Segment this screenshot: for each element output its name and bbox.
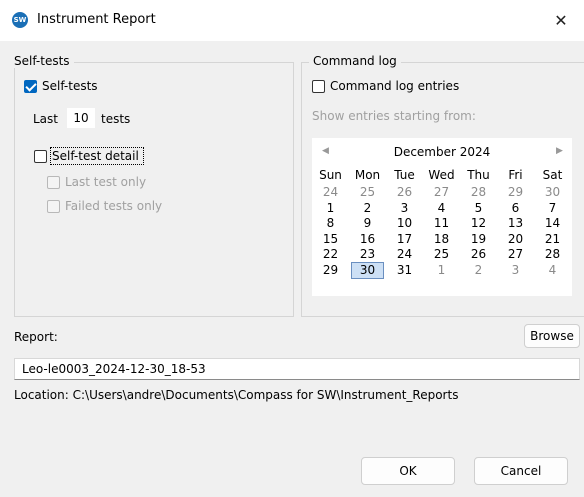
calendar-day[interactable]: 2: [460, 263, 497, 277]
show-entries-label: Show entries starting from:: [312, 109, 476, 123]
calendar-day[interactable]: 7: [534, 201, 571, 215]
last-count-input[interactable]: 10: [67, 108, 95, 128]
calendar-day[interactable]: 20: [497, 232, 534, 246]
selftest-detail-label[interactable]: Self-test detail: [52, 149, 139, 163]
calendar-day[interactable]: 24: [312, 185, 349, 199]
failed-tests-only-checkbox[interactable]: [47, 200, 60, 213]
calendar-month-label[interactable]: December 2024: [312, 145, 572, 159]
weekday-header: Sun: [319, 168, 342, 182]
selftest-detail-checkbox[interactable]: [34, 150, 47, 163]
calendar-day[interactable]: 27: [423, 185, 460, 199]
calendar-day[interactable]: 27: [497, 247, 534, 261]
calendar-day[interactable]: 25: [349, 185, 386, 199]
calendar-day[interactable]: 9: [349, 216, 386, 230]
failed-tests-only-label[interactable]: Failed tests only: [65, 199, 162, 213]
location-text: Location: C:\Users\andre\Documents\Compa…: [14, 388, 459, 402]
calendar-day[interactable]: 29: [497, 185, 534, 199]
selftests-group-title: Self-tests: [14, 54, 74, 68]
calendar-day[interactable]: 3: [386, 201, 423, 215]
calendar-day[interactable]: 26: [460, 247, 497, 261]
selftests-checkbox-label[interactable]: Self-tests: [42, 79, 98, 93]
calendar-day[interactable]: 24: [386, 247, 423, 261]
calendar-day[interactable]: 4: [423, 201, 460, 215]
date-calendar[interactable]: ◀ December 2024 ▶ Sun Mon Tue Wed Thu Fri Sat 2…: [312, 138, 572, 296]
calendar-day[interactable]: 13: [497, 216, 534, 230]
calendar-day[interactable]: 28: [534, 247, 571, 261]
command-log-group-title: Command log: [309, 54, 401, 68]
last-test-only-checkbox[interactable]: [47, 176, 60, 189]
selftests-group: [14, 62, 294, 317]
last-label: Last: [33, 112, 58, 126]
calendar-day[interactable]: 19: [460, 232, 497, 246]
close-button[interactable]: ✕: [538, 0, 584, 41]
calendar-day[interactable]: 29: [312, 263, 349, 277]
weekday-header: Sat: [542, 168, 563, 182]
calendar-day[interactable]: 11: [423, 216, 460, 230]
calendar-day[interactable]: 17: [386, 232, 423, 246]
calendar-day-selected[interactable]: 30: [349, 263, 386, 277]
calendar-day[interactable]: 15: [312, 232, 349, 246]
browse-button[interactable]: Browse: [524, 324, 580, 348]
selftests-checkbox[interactable]: [24, 80, 37, 93]
window-title: Instrument Report: [37, 12, 156, 27]
calendar-day[interactable]: 3: [497, 263, 534, 277]
calendar-day[interactable]: 5: [460, 201, 497, 215]
report-label: Report:: [14, 330, 58, 344]
title-bar: SW Instrument Report ✕: [0, 0, 584, 41]
calendar-day[interactable]: 1: [312, 201, 349, 215]
ok-button[interactable]: OK: [361, 457, 455, 485]
calendar-day[interactable]: 30: [534, 185, 571, 199]
app-logo-icon: SW: [12, 12, 28, 28]
cancel-button[interactable]: Cancel: [474, 457, 568, 485]
weekday-header: Thu: [467, 168, 490, 182]
command-log-checkbox-label[interactable]: Command log entries: [330, 79, 459, 93]
weekday-header: Wed: [428, 168, 455, 182]
calendar-day[interactable]: 14: [534, 216, 571, 230]
calendar-day[interactable]: 1: [423, 263, 460, 277]
weekday-header: Fri: [508, 168, 523, 182]
calendar-day[interactable]: 28: [460, 185, 497, 199]
calendar-day[interactable]: 16: [349, 232, 386, 246]
command-log-checkbox[interactable]: [312, 80, 325, 93]
calendar-day[interactable]: 23: [349, 247, 386, 261]
calendar-day[interactable]: 8: [312, 216, 349, 230]
weekday-header: Mon: [354, 168, 381, 182]
calendar-day[interactable]: 18: [423, 232, 460, 246]
calendar-day[interactable]: 25: [423, 247, 460, 261]
calendar-day[interactable]: 12: [460, 216, 497, 230]
calendar-day[interactable]: 6: [497, 201, 534, 215]
next-month-icon[interactable]: ▶: [556, 146, 563, 156]
calendar-day[interactable]: 4: [534, 263, 571, 277]
calendar-day[interactable]: 21: [534, 232, 571, 246]
calendar-day[interactable]: 26: [386, 185, 423, 199]
report-filename-input[interactable]: Leo-le0003_2024-12-30_18-53: [14, 358, 580, 380]
calendar-day[interactable]: 31: [386, 263, 423, 277]
calendar-day[interactable]: 2: [349, 201, 386, 215]
tests-label: tests: [101, 112, 131, 126]
calendar-day[interactable]: 22: [312, 247, 349, 261]
calendar-day[interactable]: 10: [386, 216, 423, 230]
last-test-only-label[interactable]: Last test only: [65, 175, 146, 189]
weekday-header: Tue: [394, 168, 415, 182]
